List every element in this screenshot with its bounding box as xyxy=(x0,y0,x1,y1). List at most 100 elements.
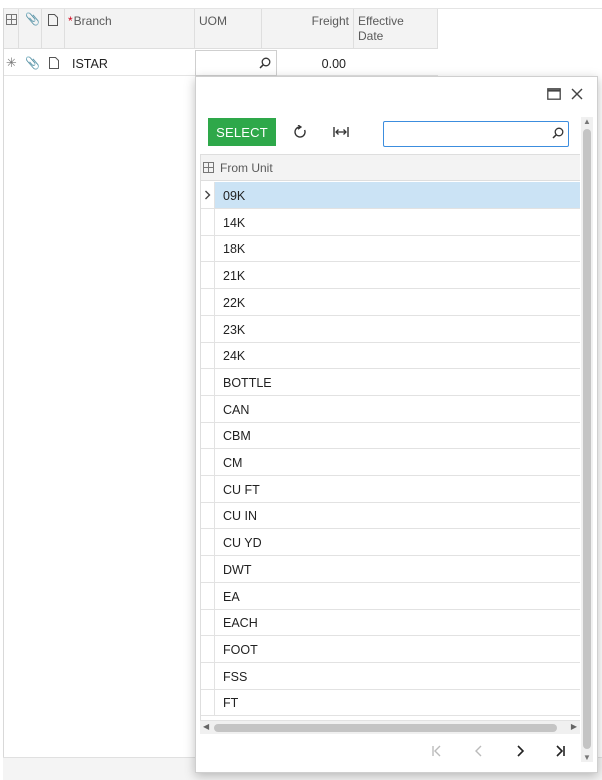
search-input[interactable] xyxy=(387,124,547,144)
list-item[interactable]: 21K xyxy=(201,262,580,290)
chevron-left-icon xyxy=(475,745,482,757)
list-item[interactable]: DWT xyxy=(201,555,580,583)
row-selector[interactable] xyxy=(201,475,215,502)
uom-selector-field[interactable] xyxy=(195,50,277,76)
list-item[interactable]: FSS xyxy=(201,662,580,690)
row-selector[interactable] xyxy=(201,262,215,289)
refresh-icon xyxy=(294,125,306,138)
list-item[interactable]: CU IN xyxy=(201,502,580,530)
column-config-icon[interactable] xyxy=(203,162,214,173)
new-row-icon: ✳ xyxy=(6,55,17,70)
row-selector[interactable] xyxy=(201,449,215,475)
column-config-header[interactable] xyxy=(4,9,19,49)
from-unit-value: CBM xyxy=(223,429,251,444)
effective-date-label-line1: Effective xyxy=(358,14,404,28)
from-unit-value: 21K xyxy=(223,269,246,284)
column-header-freight[interactable]: Freight xyxy=(262,9,354,49)
row-selector[interactable] xyxy=(201,635,215,662)
list-item[interactable]: FT xyxy=(201,689,580,717)
branch-cell[interactable]: ISTAR xyxy=(72,57,108,71)
row-selector[interactable] xyxy=(201,555,215,582)
from-unit-value: 23K xyxy=(223,322,246,337)
row-selector[interactable] xyxy=(201,315,215,342)
from-unit-value: EA xyxy=(223,589,240,604)
from-unit-value: 22K xyxy=(223,295,246,310)
last-page-button[interactable] xyxy=(549,741,571,761)
row-selector[interactable] xyxy=(201,662,215,689)
row-selector[interactable] xyxy=(201,609,215,636)
select-button[interactable]: SELECT xyxy=(208,118,276,146)
column-header-branch[interactable]: *Branch xyxy=(65,9,195,49)
branch-column-label: Branch xyxy=(73,14,112,28)
scroll-down-icon[interactable]: ▼ xyxy=(583,753,591,762)
list-item[interactable]: 23K xyxy=(201,315,580,343)
list-item[interactable]: 14K xyxy=(201,208,580,236)
maximize-icon xyxy=(547,88,561,100)
first-page-button[interactable] xyxy=(426,741,448,761)
scroll-left-icon[interactable]: ◀ xyxy=(203,722,209,731)
search-field[interactable] xyxy=(383,121,569,147)
list-item[interactable]: FOOT xyxy=(201,635,580,663)
list-item[interactable]: EA xyxy=(201,582,580,610)
list-item[interactable]: BOTTLE xyxy=(201,368,580,396)
list-item[interactable]: CM xyxy=(201,449,580,476)
list-item[interactable]: EACH xyxy=(201,609,580,637)
required-marker: * xyxy=(68,14,73,28)
maximize-button[interactable] xyxy=(545,85,563,103)
refresh-button[interactable] xyxy=(288,121,312,143)
last-page-icon xyxy=(556,745,565,757)
column-header-uom[interactable]: UOM xyxy=(195,9,262,49)
previous-page-button[interactable] xyxy=(468,741,490,761)
row-selector[interactable] xyxy=(201,235,215,262)
from-unit-value: FOOT xyxy=(223,642,258,657)
scroll-up-icon[interactable]: ▲ xyxy=(583,117,591,126)
grid-left-border xyxy=(3,8,4,780)
row-selector[interactable] xyxy=(201,342,215,369)
from-unit-column-label[interactable]: From Unit xyxy=(220,161,273,175)
freight-column-label: Freight xyxy=(311,14,349,28)
row-selector[interactable] xyxy=(201,529,215,556)
unit-list: From Unit 09K 14K 18K 21K 22K 23K 24K BOTTLE CAN… xyxy=(200,154,580,720)
list-item[interactable]: CAN xyxy=(201,395,580,423)
vertical-scroll-thumb[interactable] xyxy=(583,129,591,749)
chevron-right-icon xyxy=(517,745,525,757)
list-item[interactable]: CU YD xyxy=(201,529,580,557)
row-selector[interactable] xyxy=(201,182,215,208)
list-item[interactable]: CBM xyxy=(201,422,580,450)
row-selector[interactable] xyxy=(201,689,215,716)
horizontal-scrollbar[interactable]: ◀ ▶ xyxy=(200,720,580,734)
column-config-icon xyxy=(6,14,17,25)
note-icon xyxy=(48,14,58,26)
popup-titlebar xyxy=(196,77,597,113)
column-header-effective-date[interactable]: Effective Date xyxy=(354,9,438,49)
close-button[interactable] xyxy=(568,85,586,103)
popup-toolbar: SELECT xyxy=(196,113,597,153)
list-item[interactable]: 09K xyxy=(201,182,580,209)
note-icon[interactable] xyxy=(49,57,59,69)
from-unit-value: CU FT xyxy=(223,482,260,497)
paperclip-icon[interactable]: 📎 xyxy=(25,56,40,70)
from-unit-value: BOTTLE xyxy=(223,375,272,390)
row-selector[interactable] xyxy=(201,502,215,529)
row-selector[interactable] xyxy=(201,395,215,422)
row-selector[interactable] xyxy=(201,368,215,395)
scroll-right-icon[interactable]: ▶ xyxy=(571,722,577,731)
from-unit-value: CAN xyxy=(223,402,250,417)
list-item[interactable]: 22K xyxy=(201,288,580,316)
row-selector[interactable] xyxy=(201,208,215,235)
search-icon[interactable] xyxy=(552,127,564,139)
list-item[interactable]: CU FT xyxy=(201,475,580,503)
list-item[interactable]: 18K xyxy=(201,235,580,263)
search-icon[interactable] xyxy=(259,57,271,69)
vertical-scrollbar[interactable]: ▲ ▼ xyxy=(581,117,593,762)
horizontal-scroll-thumb[interactable] xyxy=(214,724,557,732)
next-page-button[interactable] xyxy=(509,741,531,761)
fit-width-icon xyxy=(333,127,349,137)
row-selector[interactable] xyxy=(201,288,215,315)
row-selector[interactable] xyxy=(201,422,215,449)
list-item[interactable]: 24K xyxy=(201,342,580,370)
freight-cell[interactable]: 0.00 xyxy=(280,57,346,71)
from-unit-value: FSS xyxy=(223,669,248,684)
fit-to-screen-button[interactable] xyxy=(329,121,353,143)
row-selector[interactable] xyxy=(201,582,215,609)
